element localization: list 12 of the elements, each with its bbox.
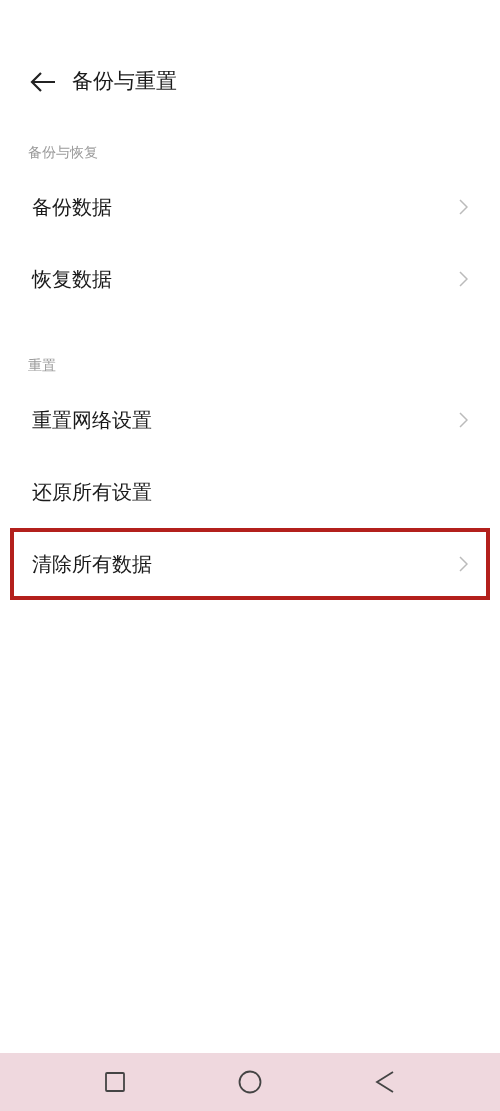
settings-item[interactable]: 备份数据 (10, 171, 490, 243)
section-header: 重置 (27, 356, 57, 375)
home-icon[interactable] (238, 1070, 262, 1094)
section-header: 备份与恢复 (27, 143, 99, 162)
settings-item[interactable]: 恢复数据 (10, 243, 490, 315)
highlighted-settings-item[interactable]: 清除所有数据 (10, 528, 490, 600)
back-arrow-icon[interactable] (30, 72, 56, 92)
page-title: 备份与重置 (72, 68, 177, 96)
settings-item[interactable]: 重置网络设置 (10, 384, 490, 456)
recent-apps-icon[interactable] (104, 1072, 125, 1092)
settings-item[interactable]: 还原所有设置 (10, 456, 490, 528)
back-icon[interactable] (375, 1071, 396, 1093)
